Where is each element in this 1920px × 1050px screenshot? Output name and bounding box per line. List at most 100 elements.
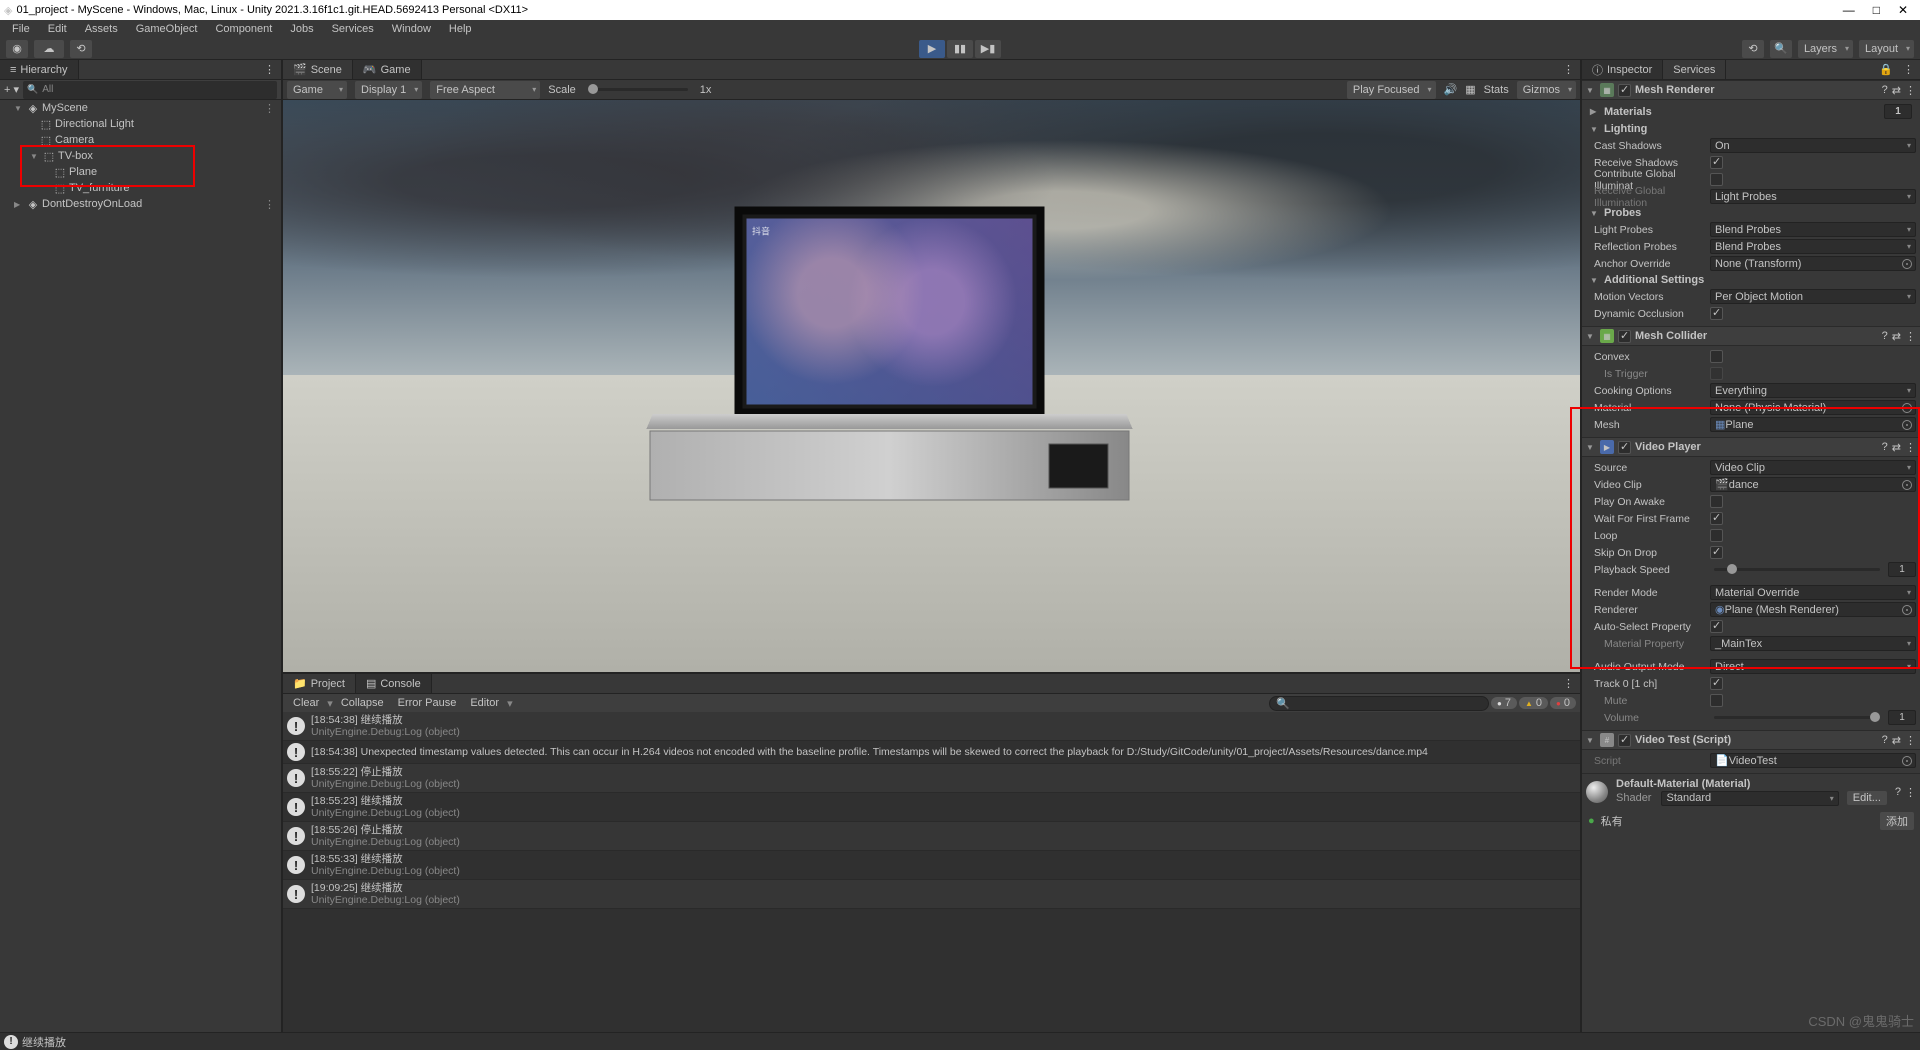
help-icon[interactable]: ? [1882, 330, 1888, 343]
volume-value[interactable]: 1 [1888, 710, 1916, 725]
stats-button[interactable]: Stats [1484, 84, 1509, 96]
hierarchy-plane[interactable]: ⬚Plane [0, 164, 281, 180]
log-entry[interactable]: ![18:55:26] 停止播放UnityEngine.Debug:Log (o… [283, 822, 1580, 851]
loop-checkbox[interactable] [1710, 529, 1723, 542]
tab-inspector[interactable]: ⓘInspector [1582, 60, 1663, 79]
auto-select-property-checkbox[interactable] [1710, 620, 1723, 633]
lighting-section[interactable]: Lighting [1604, 123, 1647, 135]
playback-speed-slider[interactable] [1714, 568, 1880, 571]
object-picker-icon[interactable] [1902, 403, 1912, 413]
account-button[interactable]: ◉ [6, 40, 28, 58]
physic-material-field[interactable]: None (Physic Material) [1710, 400, 1916, 415]
component-mesh-renderer[interactable]: ▼▦Mesh Renderer?⇄⋮ [1582, 80, 1920, 100]
console-log-list[interactable]: ![18:54:38] 继续播放UnityEngine.Debug:Log (o… [283, 712, 1580, 1032]
step-button[interactable]: ▶▮ [975, 40, 1001, 58]
tab-options-icon[interactable]: ⋮ [1557, 63, 1580, 76]
preset-icon[interactable]: ⇄ [1892, 330, 1901, 343]
mesh-collider-enabled[interactable] [1618, 330, 1631, 343]
render-mode-dropdown[interactable]: Material Override [1710, 585, 1916, 600]
tab-console[interactable]: ▤Console [356, 674, 432, 693]
hierarchy-scene[interactable]: ▼◈MyScene⋮ [0, 100, 281, 116]
object-picker-icon[interactable] [1902, 480, 1912, 490]
add-component-button[interactable]: 添加 [1880, 812, 1914, 830]
help-icon[interactable]: ? [1895, 786, 1901, 799]
preset-icon[interactable]: ⇄ [1892, 734, 1901, 747]
menu-jobs[interactable]: Jobs [282, 22, 321, 36]
receive-shadows-checkbox[interactable] [1710, 156, 1723, 169]
light-probes-dropdown[interactable]: Blend Probes [1710, 222, 1916, 237]
mesh-renderer-enabled[interactable] [1618, 84, 1631, 97]
layers-dropdown[interactable]: Layers [1798, 40, 1853, 58]
pause-button[interactable]: ▮▮ [947, 40, 973, 58]
hierarchy-tv-box[interactable]: ▼⬚TV-box [0, 148, 281, 164]
volume-slider[interactable] [1714, 716, 1880, 719]
video-player-enabled[interactable] [1618, 441, 1631, 454]
preset-icon[interactable]: ⇄ [1892, 441, 1901, 454]
hierarchy-search[interactable]: All [42, 84, 53, 95]
inspector-options-icon[interactable]: ⋮ [1897, 63, 1920, 76]
anchor-override-field[interactable]: None (Transform) [1710, 256, 1916, 271]
hierarchy-tv-furniture[interactable]: ⬚TV_furniture [0, 180, 281, 196]
menu-icon[interactable]: ⋮ [1905, 330, 1916, 343]
convex-checkbox[interactable] [1710, 350, 1723, 363]
source-dropdown[interactable]: Video Clip [1710, 460, 1916, 475]
materials-count[interactable]: 1 [1884, 104, 1912, 119]
dynamic-occlusion-checkbox[interactable] [1710, 307, 1723, 320]
audio-icon[interactable]: 🔊 [1444, 83, 1458, 96]
collapse-button[interactable]: Collapse [335, 696, 390, 710]
hierarchy-directional-light[interactable]: ⬚Directional Light [0, 116, 281, 132]
menu-services[interactable]: Services [324, 22, 382, 36]
component-video-test[interactable]: ▼#Video Test (Script)?⇄⋮ [1582, 730, 1920, 750]
console-options-icon[interactable]: ⋮ [1557, 677, 1580, 690]
log-entry[interactable]: ![18:55:33] 继续播放UnityEngine.Debug:Log (o… [283, 851, 1580, 880]
playback-speed-value[interactable]: 1 [1888, 562, 1916, 577]
component-video-player[interactable]: ▼▶Video Player?⇄⋮ [1582, 437, 1920, 457]
create-dropdown[interactable]: + ▾ [4, 83, 19, 96]
reflection-probes-dropdown[interactable]: Blend Probes [1710, 239, 1916, 254]
material-preview[interactable]: Default-Material (Material) ShaderStanda… [1582, 773, 1920, 810]
menu-help[interactable]: Help [441, 22, 480, 36]
hierarchy-camera[interactable]: ⬚Camera [0, 132, 281, 148]
cloud-button[interactable]: ☁ [34, 40, 64, 58]
play-on-awake-checkbox[interactable] [1710, 495, 1723, 508]
wait-first-frame-checkbox[interactable] [1710, 512, 1723, 525]
display-num-dropdown[interactable]: Display 1 [355, 81, 422, 99]
additional-settings-section[interactable]: Additional Settings [1604, 274, 1704, 286]
close-button[interactable]: ✕ [1898, 3, 1908, 17]
track-enabled-checkbox[interactable] [1710, 677, 1723, 690]
edit-material-button[interactable]: Edit... [1847, 791, 1887, 805]
contribute-gi-checkbox[interactable] [1710, 173, 1723, 186]
preset-icon[interactable]: ⇄ [1892, 84, 1901, 97]
cast-shadows-dropdown[interactable]: On [1710, 138, 1916, 153]
materials-section[interactable]: Materials [1604, 106, 1652, 118]
menu-icon[interactable]: ⋮ [1905, 84, 1916, 97]
tab-scene[interactable]: 🎬Scene [283, 60, 353, 79]
probes-section[interactable]: Probes [1604, 207, 1641, 219]
warn-count-badge[interactable]: 0 [1519, 697, 1548, 709]
console-search[interactable]: 🔍 [1269, 696, 1489, 711]
motion-vectors-dropdown[interactable]: Per Object Motion [1710, 289, 1916, 304]
hierarchy-options-icon[interactable]: ⋮ [258, 63, 281, 76]
info-count-badge[interactable]: 7 [1491, 697, 1517, 709]
skip-on-drop-checkbox[interactable] [1710, 546, 1723, 559]
menu-icon[interactable]: ⋮ [1905, 734, 1916, 747]
mesh-field[interactable]: ▦ Plane [1710, 417, 1916, 432]
menu-window[interactable]: Window [384, 22, 439, 36]
log-entry[interactable]: ![18:55:22] 停止播放UnityEngine.Debug:Log (o… [283, 764, 1580, 793]
game-view[interactable]: 抖音 [283, 100, 1580, 672]
menu-edit[interactable]: Edit [40, 22, 75, 36]
menu-assets[interactable]: Assets [77, 22, 126, 36]
mute-checkbox[interactable] [1710, 694, 1723, 707]
log-entry[interactable]: ![18:54:38] Unexpected timestamp values … [283, 741, 1580, 764]
help-icon[interactable]: ? [1882, 84, 1888, 97]
renderer-field[interactable]: ◉ Plane (Mesh Renderer) [1710, 602, 1916, 617]
error-pause-button[interactable]: Error Pause [392, 696, 463, 710]
hierarchy-dontdestroy[interactable]: ▶◈DontDestroyOnLoad⋮ [0, 196, 281, 212]
play-button[interactable]: ▶ [919, 40, 945, 58]
object-picker-icon[interactable] [1902, 259, 1912, 269]
log-entry[interactable]: ![18:54:38] 继续播放UnityEngine.Debug:Log (o… [283, 712, 1580, 741]
cooking-options-dropdown[interactable]: Everything [1710, 383, 1916, 398]
tab-services[interactable]: Services [1663, 60, 1726, 79]
menu-gameobject[interactable]: GameObject [128, 22, 206, 36]
error-count-badge[interactable]: 0 [1550, 697, 1576, 709]
